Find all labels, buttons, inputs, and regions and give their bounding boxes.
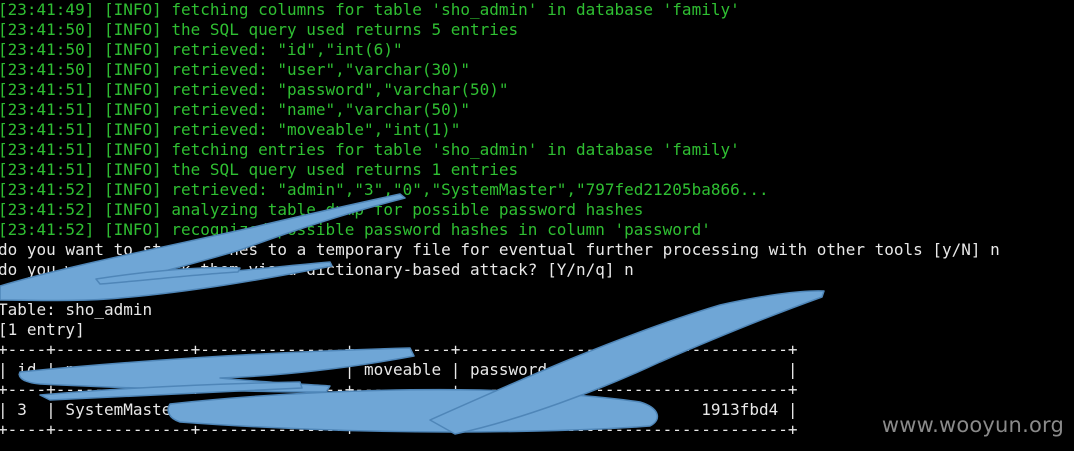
log-line: [23:41:51] [INFO] retrieved: "moveable",…	[0, 120, 461, 139]
log-line: [23:41:50] [INFO] the SQL query used ret…	[0, 20, 519, 39]
table-border: +----+--------------+---------------+---…	[0, 380, 798, 399]
log-line: [23:41:49] [INFO] fetching columns for t…	[0, 0, 740, 19]
log-line: [23:41:50] [INFO] retrieved: "user","var…	[0, 60, 471, 79]
watermark-text: www.wooyun.org	[881, 413, 1064, 437]
table-header-row: | id | name | user | moveable | password…	[0, 360, 798, 379]
log-line: [23:41:50] [INFO] retrieved: "id","int(6…	[0, 40, 403, 59]
log-line: [23:41:52] [INFO] recognized possible pa…	[0, 220, 711, 239]
log-line: [23:41:51] [INFO] retrieved: "name","var…	[0, 100, 471, 119]
terminal-output: [23:41:49] [INFO] fetching columns for t…	[0, 0, 1074, 451]
log-line: [23:41:52] [INFO] analyzing table dump f…	[0, 200, 644, 219]
prompt-line-crack-hashes: do you want to crack them via a dictiona…	[0, 260, 634, 279]
log-line: [23:41:51] [INFO] fetching entries for t…	[0, 140, 740, 159]
log-line: [23:41:52] [INFO] retrieved: "admin","3"…	[0, 180, 769, 199]
table-entry-count: [1 entry]	[0, 320, 85, 339]
table-name: Table: sho_admin	[0, 300, 153, 319]
table-border: +----+--------------+---------------+---…	[0, 340, 798, 359]
log-line: [23:41:51] [INFO] the SQL query used ret…	[0, 160, 519, 179]
log-line: [23:41:51] [INFO] retrieved: "password",…	[0, 80, 509, 99]
prompt-line-store-hashes: do you want to store hashes to a tempora…	[0, 240, 1000, 259]
